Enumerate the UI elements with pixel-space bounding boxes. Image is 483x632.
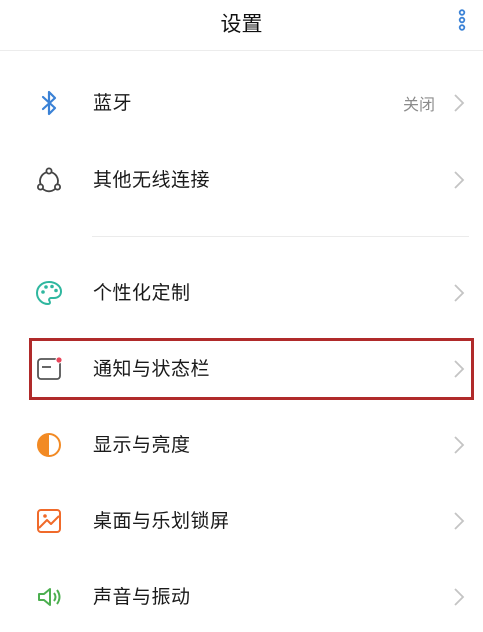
bluetooth-icon [34, 88, 64, 118]
item-label: 声音与振动 [93, 586, 191, 608]
item-label: 蓝牙 [93, 92, 133, 114]
chevron-right-icon [453, 511, 465, 531]
top-bar: 设置 [0, 0, 483, 48]
settings-item-notification-status-bar[interactable]: 通知与状态栏 [0, 334, 483, 404]
palette-icon [34, 278, 64, 308]
item-label: 显示与亮度 [93, 434, 191, 456]
page-title: 设置 [220, 12, 263, 36]
settings-item-desktop-lockscreen[interactable]: 桌面与乐划锁屏 [0, 486, 483, 556]
more-options-icon[interactable] [457, 9, 467, 31]
chevron-right-icon [453, 359, 465, 379]
settings-item-sound-vibration[interactable]: 声音与振动 [0, 562, 483, 632]
settings-item-bluetooth[interactable]: 蓝牙 关闭 [0, 68, 483, 138]
section-divider [92, 236, 469, 237]
settings-item-other-wireless[interactable]: 其他无线连接 [0, 145, 483, 215]
bluetooth-status: 关闭 [402, 95, 435, 114]
chevron-right-icon [453, 283, 465, 303]
header-divider [0, 50, 483, 51]
item-label: 其他无线连接 [93, 169, 211, 191]
brightness-icon [34, 430, 64, 460]
chevron-right-icon [453, 170, 465, 190]
sound-vibration-icon [34, 582, 64, 612]
wireless-connection-icon [34, 165, 64, 195]
item-label: 通知与状态栏 [93, 358, 211, 380]
item-label: 桌面与乐划锁屏 [93, 510, 230, 532]
chevron-right-icon [453, 435, 465, 455]
settings-item-personalization[interactable]: 个性化定制 [0, 258, 483, 328]
chevron-right-icon [453, 587, 465, 607]
wallpaper-icon [34, 506, 64, 536]
chevron-right-icon [453, 93, 465, 113]
settings-item-display-brightness[interactable]: 显示与亮度 [0, 410, 483, 480]
item-label: 个性化定制 [93, 282, 191, 304]
notification-icon [34, 354, 64, 384]
